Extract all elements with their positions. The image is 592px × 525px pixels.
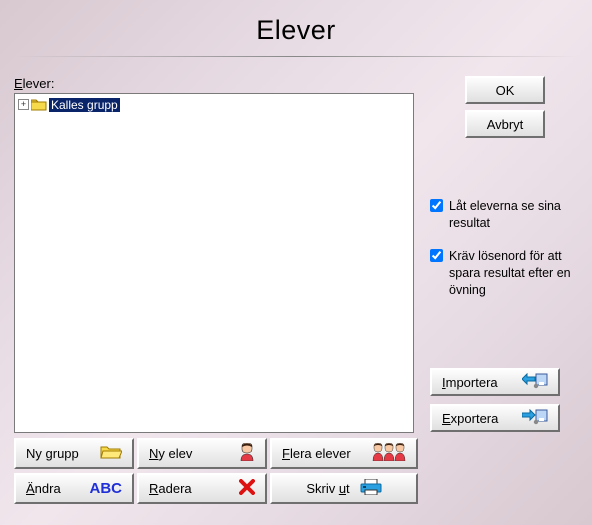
page-title: Elever — [0, 0, 592, 56]
checkbox-require-password[interactable] — [430, 249, 443, 262]
import-button[interactable]: Importera — [430, 368, 560, 396]
check-require-password[interactable]: Kräv lösenord för att spara resultat eft… — [430, 248, 580, 299]
right-panel: OK Avbryt Låt eleverna se sina resultat … — [430, 76, 580, 440]
person-icon — [239, 443, 255, 464]
export-button[interactable]: Exportera — [430, 404, 560, 432]
multiple-students-button[interactable]: Flera elever — [270, 438, 418, 469]
tree-item[interactable]: + Kalles grupp — [17, 96, 411, 113]
people-icon — [372, 443, 406, 464]
folder-open-icon — [100, 444, 122, 463]
check-label: Kräv lösenord för att spara resultat eft… — [449, 248, 580, 299]
new-student-button[interactable]: Ny elev — [137, 438, 267, 469]
check-see-results[interactable]: Låt eleverna se sina resultat — [430, 198, 580, 232]
edit-button[interactable]: Ändra ABC — [14, 473, 134, 504]
new-group-button[interactable]: Ny grupp — [14, 438, 134, 469]
check-label: Låt eleverna se sina resultat — [449, 198, 580, 232]
tree-item-label: Kalles grupp — [49, 98, 120, 112]
print-button[interactable]: Skriv ut — [270, 473, 418, 504]
abc-icon: ABC — [90, 480, 123, 497]
delete-button[interactable]: Radera — [137, 473, 267, 504]
bottom-toolbar: Ny grupp Ny elev Flera elever — [14, 438, 418, 504]
main-panel: Elever: + Kalles grupp — [14, 76, 414, 433]
x-icon — [239, 479, 255, 498]
folder-icon — [31, 98, 47, 111]
printer-icon — [360, 479, 382, 498]
export-icon — [522, 409, 548, 428]
cancel-button[interactable]: Avbryt — [465, 110, 545, 138]
import-icon — [522, 373, 548, 392]
divider — [14, 56, 578, 57]
expand-icon[interactable]: + — [18, 99, 29, 110]
checkbox-see-results[interactable] — [430, 199, 443, 212]
students-tree[interactable]: + Kalles grupp — [14, 93, 414, 433]
ok-button[interactable]: OK — [465, 76, 545, 104]
list-label: Elever: — [14, 76, 414, 91]
